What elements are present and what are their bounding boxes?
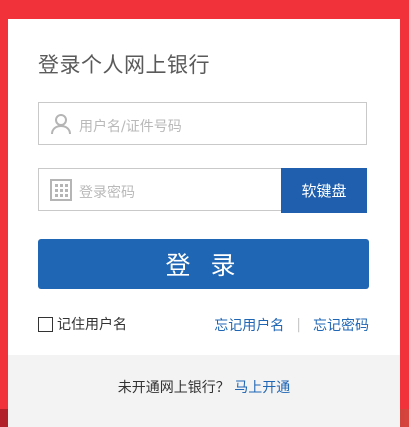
username-field[interactable]: 用户名/证件号码 [38,102,367,145]
forgot-username-link[interactable]: 忘记用户名 [214,315,284,335]
remember-username[interactable]: 记住用户名 [38,314,127,334]
open-online-banking-link[interactable]: 马上开通 [234,380,290,396]
signup-footer: 未开通网上银行？ 马上开通 [8,355,400,427]
signup-prompt: 未开通网上银行？ [117,380,230,396]
soft-keyboard-button[interactable]: 软键盘 [281,168,367,213]
password-field[interactable]: 登录密码 软键盘 [38,168,367,213]
username-placeholder: 用户名/证件号码 [79,119,182,135]
link-separator: | [296,317,301,333]
user-icon [49,112,73,136]
signup-row: 未开通网上银行？ 马上开通 [8,377,400,397]
password-placeholder: 登录密码 [79,185,135,201]
remember-label: 记住用户名 [57,317,127,333]
forgot-links: 忘记用户名 | 忘记密码 [214,315,369,335]
keypad-icon [49,178,73,202]
page-title: 登录个人网上银行 [38,53,210,77]
login-button[interactable]: 登 录 [38,239,369,289]
forgot-password-link[interactable]: 忘记密码 [313,315,369,335]
remember-checkbox[interactable] [38,316,53,332]
login-card: 登录个人网上银行 用户名/证件号码 登录密码 软键盘 登 录 记住用户名 忘记用… [8,19,400,427]
